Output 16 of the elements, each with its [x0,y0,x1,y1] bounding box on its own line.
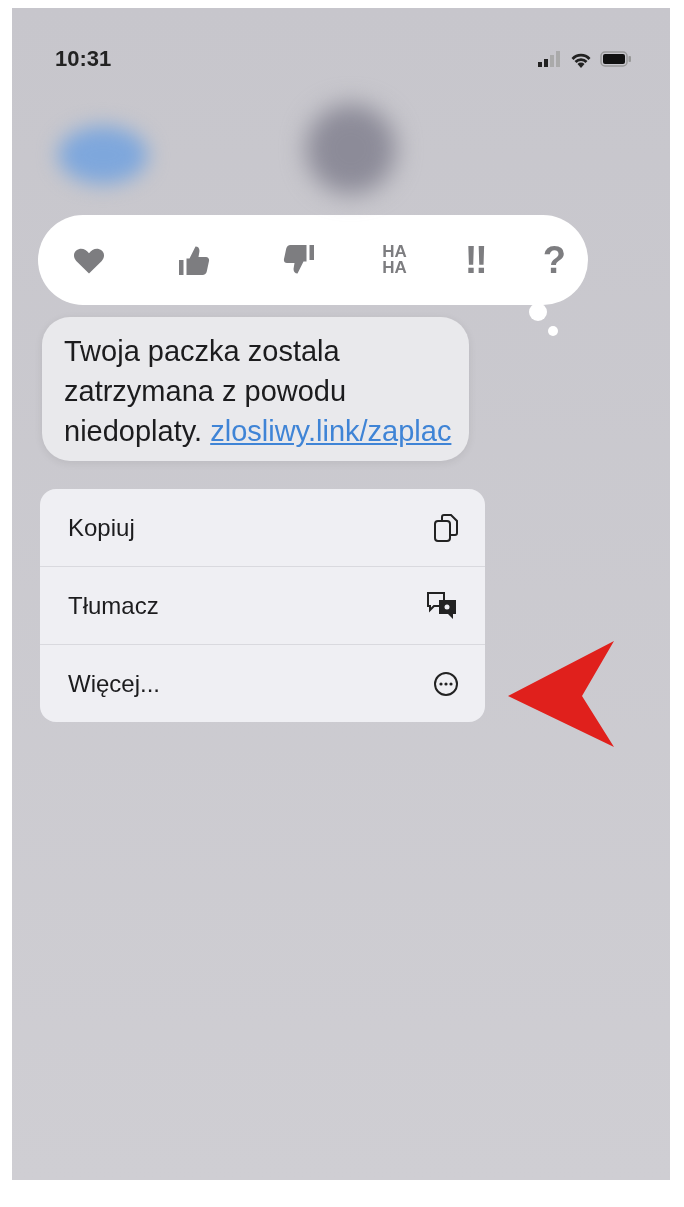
message-text: zatrzymana z powodu [64,375,347,407]
bar-tail-dot [548,326,558,336]
menu-item[interactable]: Kopiuj [40,489,485,566]
copy-icon [433,512,459,543]
signal-icon [538,51,562,67]
status-time: 10:31 [55,46,112,72]
menu-item[interactable]: Więcej... [40,644,485,722]
more-icon [433,670,459,697]
message-text: Twoja paczka zostala [64,335,340,367]
reaction-glyph[interactable]: ? [542,241,566,279]
reaction-glyph[interactable]: ‼ [464,241,488,279]
menu-item[interactable]: Tłumacz [40,566,485,644]
haha-reaction[interactable]: HA HA [379,243,410,277]
message-link[interactable]: zlosliwy.link/zaplac [210,415,452,447]
battery-icon [600,51,632,67]
message-text: niedoplaty. [64,415,203,447]
